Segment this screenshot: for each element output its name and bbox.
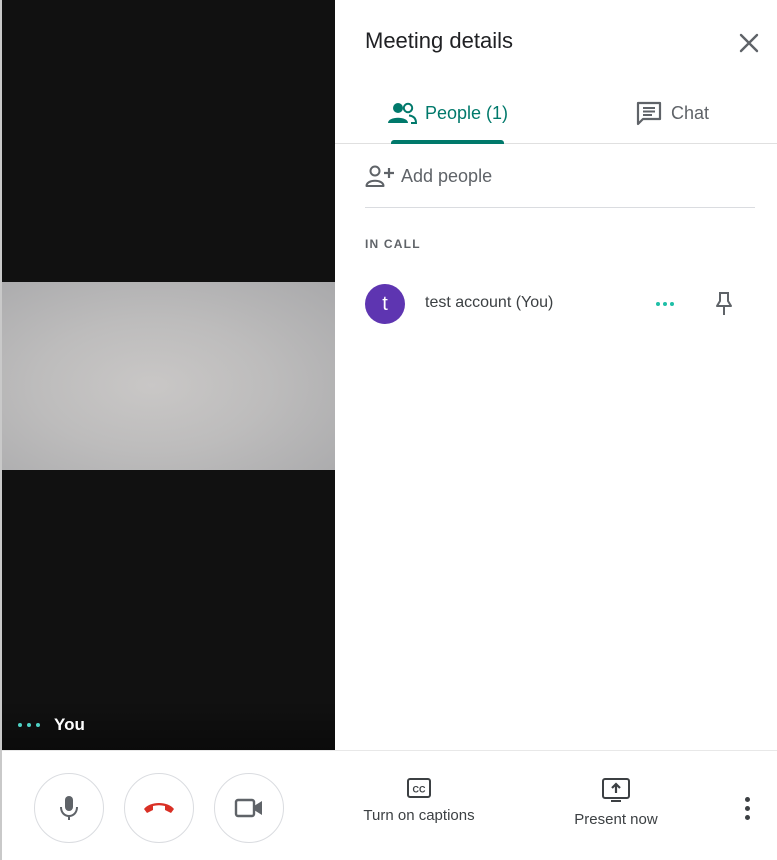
self-tile-label: You (0, 700, 335, 750)
active-tab-indicator (391, 140, 504, 144)
participant-name: test account (You) (425, 294, 554, 311)
tab-chat[interactable]: Chat (635, 82, 761, 144)
pin-icon (716, 292, 732, 315)
closed-captions-icon: CC (407, 778, 431, 798)
present-label: Present now (574, 811, 658, 828)
participant-more-options-button[interactable] (653, 292, 677, 316)
camera-button[interactable] (214, 773, 284, 843)
self-name-label: You (54, 715, 85, 734)
pin-participant-button[interactable] (710, 290, 738, 318)
people-icon (388, 102, 417, 124)
divider (365, 207, 755, 208)
more-vert-icon (744, 796, 750, 802)
tab-chat-label: Chat (671, 102, 710, 123)
more-dots-icon (656, 302, 660, 306)
close-panel-button[interactable] (734, 28, 764, 58)
meeting-details-panel: Meeting details People (1) Chat Add peop… (335, 0, 777, 750)
chat-icon (636, 101, 662, 126)
audio-activity-icon (18, 723, 40, 727)
avatar: t (365, 284, 405, 324)
present-now-button[interactable]: Present now (566, 777, 666, 828)
tab-people[interactable]: People (1) (387, 82, 513, 144)
add-people-button[interactable]: Add people (365, 158, 492, 194)
self-video-feed (2, 282, 335, 470)
svg-text:CC: CC (413, 785, 426, 795)
close-icon (739, 33, 759, 53)
panel-title: Meeting details (365, 28, 513, 53)
end-call-button[interactable] (124, 773, 194, 843)
turn-on-captions-button[interactable]: CC Turn on captions (354, 777, 484, 824)
add-people-label: Add people (401, 165, 493, 186)
participant-row: t test account (You) (365, 284, 765, 324)
add-person-icon (365, 165, 394, 187)
panel-tabs: People (1) Chat (335, 82, 777, 144)
video-stage: You (0, 0, 335, 750)
microphone-button[interactable] (34, 773, 104, 843)
more-options-button[interactable] (735, 791, 759, 825)
video-camera-icon (234, 798, 262, 818)
in-call-section-label: IN CALL (365, 237, 421, 251)
captions-label: Turn on captions (363, 807, 475, 824)
window-edge (0, 0, 2, 860)
hang-up-icon (144, 803, 174, 813)
call-controls-bar: CC Turn on captions Present now (0, 750, 777, 860)
present-screen-icon (602, 778, 630, 802)
microphone-icon (60, 796, 78, 820)
tab-people-label: People (1) (425, 102, 509, 123)
